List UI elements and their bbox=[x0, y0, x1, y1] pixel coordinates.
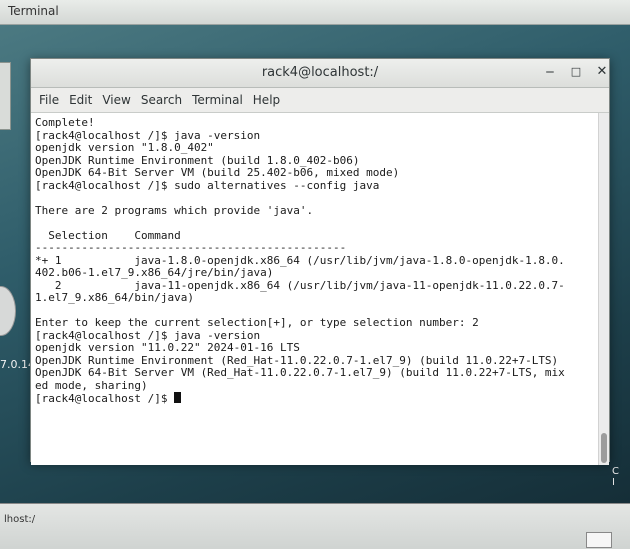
terminal-line: OpenJDK 64-Bit Server VM (Red_Hat-11.0.2… bbox=[35, 366, 565, 379]
window-titlebar[interactable]: rack4@localhost:/ ‒ □ ✕ bbox=[31, 59, 609, 88]
terminal-line: openjdk version "1.8.0_402" bbox=[35, 141, 214, 154]
terminal-line: Enter to keep the current selection[+], … bbox=[35, 316, 479, 329]
top-panel-app-title[interactable]: Terminal bbox=[8, 4, 59, 18]
menu-help[interactable]: Help bbox=[249, 93, 284, 107]
terminal-line: ----------------------------------------… bbox=[35, 241, 347, 254]
maximize-button[interactable]: □ bbox=[567, 63, 585, 81]
terminal-line: There are 2 programs which provide 'java… bbox=[35, 203, 314, 217]
terminal-line: ed mode, sharing) bbox=[35, 378, 148, 392]
terminal-scrollbar[interactable] bbox=[598, 113, 609, 465]
desktop-screen: Terminal 7.0.14 C I rack4@localhost:/ ‒ … bbox=[0, 0, 630, 549]
terminal-line: Complete! bbox=[35, 116, 95, 129]
terminal-line: [rack4@localhost /]$ sudo alternatives -… bbox=[35, 178, 380, 192]
menu-file[interactable]: File bbox=[35, 93, 63, 107]
taskbar-window-label[interactable]: lhost:/ bbox=[4, 514, 35, 525]
menu-view[interactable]: View bbox=[98, 93, 134, 107]
terminal-prompt: [rack4@localhost /]$ bbox=[35, 392, 175, 405]
top-panel: Terminal bbox=[0, 0, 630, 25]
bottom-taskbar: lhost:/ bbox=[0, 503, 630, 549]
left-launcher-edge[interactable] bbox=[0, 62, 11, 130]
window-title: rack4@localhost:/ bbox=[261, 65, 379, 80]
desktop-right-text: C I bbox=[612, 466, 621, 488]
terminal-line: openjdk version "11.0.22" 2024-01-16 LTS bbox=[35, 341, 300, 354]
terminal-line: OpenJDK 64-Bit Server VM (build 25.402-b… bbox=[35, 166, 400, 179]
terminal-window[interactable]: rack4@localhost:/ ‒ □ ✕ File Edit View S… bbox=[30, 58, 610, 465]
menu-bar: File Edit View Search Terminal Help bbox=[31, 88, 609, 113]
terminal-output[interactable]: Complete! [rack4@localhost /]$ java -ver… bbox=[31, 113, 609, 465]
minimize-button[interactable]: ‒ bbox=[541, 63, 559, 81]
menu-terminal[interactable]: Terminal bbox=[188, 93, 247, 107]
close-button[interactable]: ✕ bbox=[593, 63, 611, 81]
disc-icon[interactable] bbox=[0, 286, 16, 336]
terminal-prompt-line[interactable]: [rack4@localhost /]$ bbox=[35, 392, 595, 406]
terminal-line: 402.b06-1.el7_9.x86_64/jre/bin/java) bbox=[35, 266, 274, 279]
menu-search[interactable]: Search bbox=[137, 93, 186, 107]
menu-edit[interactable]: Edit bbox=[65, 93, 96, 107]
workspace-pager[interactable] bbox=[586, 532, 612, 548]
text-cursor bbox=[174, 392, 182, 403]
scrollbar-thumb[interactable] bbox=[601, 433, 607, 463]
terminal-line: 1.el7_9.x86_64/bin/java) bbox=[35, 291, 194, 304]
